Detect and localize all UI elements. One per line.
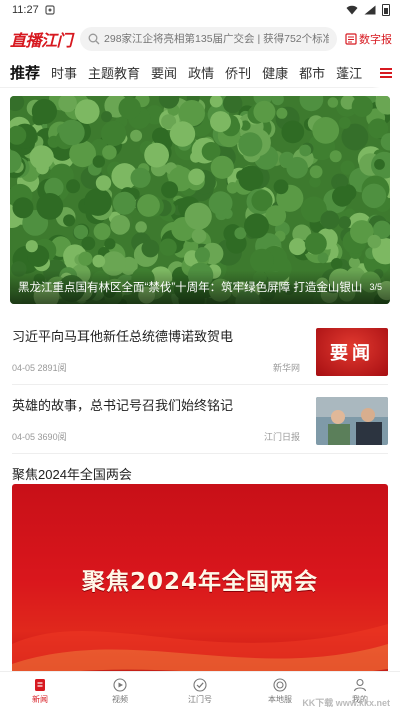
news-source: 新华网 [272, 363, 300, 373]
digital-newspaper-button[interactable]: 数字报 [345, 31, 392, 47]
signal-icon [364, 5, 376, 15]
wifi-icon [346, 5, 358, 15]
service-icon [273, 678, 287, 692]
news-views: 2891阅 [37, 363, 67, 373]
carousel-index: 3/5 [369, 282, 382, 292]
play-icon [113, 678, 127, 692]
news-thumbnail: 要闻 [316, 328, 388, 376]
news-date: 04-05 [12, 363, 36, 373]
news-item[interactable]: 英雄的故事，总书记号召我们始终铭记 04-05 3690阅 江门日报 [12, 385, 388, 454]
nav-label: 本地服 [268, 695, 292, 704]
tab-0[interactable]: 推荐 [10, 62, 40, 83]
tab-6[interactable]: 健康 [262, 63, 288, 82]
channel-tabs: 推荐时事主题教育要闻政情侨刊健康都市蓬江视频江 [0, 57, 400, 88]
search-icon [88, 33, 100, 45]
newspaper-icon [345, 33, 357, 45]
news-views: 3690阅 [37, 432, 67, 442]
nav-item-1[interactable]: 视频 [80, 672, 160, 711]
notification-icon [45, 5, 55, 15]
battery-icon [382, 4, 390, 16]
news-title: 习近平向马耳他新任总统德博诺致贺电 [12, 329, 234, 344]
tab-3[interactable]: 要闻 [151, 63, 177, 82]
search-input[interactable] [104, 33, 329, 45]
nav-label: 视频 [112, 695, 128, 704]
channel-menu-button[interactable] [372, 57, 400, 88]
search-bar[interactable] [80, 27, 337, 51]
news-item[interactable]: 习近平向马耳他新任总统德博诺致贺电 04-05 2891阅 新华网 要闻 [12, 316, 388, 385]
news-date: 04-05 [12, 432, 36, 442]
carousel-title: 黑龙江重点国有林区全面“禁伐”十周年：筑牢绿色屏障 打造金山银山 [18, 282, 363, 294]
tab-2[interactable]: 主题教育 [88, 63, 140, 82]
user-icon [353, 678, 367, 692]
news-meta: 04-05 3690阅 江门日报 [12, 430, 308, 443]
news-title: 英雄的故事，总书记号召我们始终铭记 [12, 398, 234, 413]
topic-title[interactable]: 聚焦2024年全国两会 [12, 454, 388, 484]
nav-label: 江门号 [188, 695, 212, 704]
menu-icon [380, 71, 392, 74]
tab-7[interactable]: 都市 [299, 63, 325, 82]
news-source: 江门日报 [263, 432, 300, 442]
banner-text: 聚焦2024年全国两会 [81, 569, 318, 595]
headline-carousel[interactable]: 黑龙江重点国有林区全面“禁伐”十周年：筑牢绿色屏障 打造金山银山 3/5 [10, 96, 390, 304]
status-time: 11:27 [12, 4, 39, 16]
news-icon [35, 679, 45, 691]
carousel-caption: 黑龙江重点国有林区全面“禁伐”十周年：筑牢绿色屏障 打造金山银山 3/5 [10, 270, 390, 304]
app-logo[interactable]: 直播江门 [10, 27, 73, 51]
news-meta: 04-05 2891阅 新华网 [12, 361, 308, 374]
status-bar: 11:27 [0, 0, 400, 20]
tab-5[interactable]: 侨刊 [225, 63, 251, 82]
tab-1[interactable]: 时事 [51, 63, 77, 82]
tab-4[interactable]: 政情 [188, 63, 214, 82]
nav-item-0[interactable]: 新闻 [0, 672, 80, 711]
digital-newspaper-label: 数字报 [359, 34, 392, 46]
watermark: KK下载 www.kkx.net [302, 698, 390, 708]
tab-8[interactable]: 蓬江 [336, 63, 362, 82]
app-header: 直播江门 数字报 [0, 20, 400, 58]
nav-item-2[interactable]: 江门号 [160, 672, 240, 711]
nav-label: 新闻 [32, 695, 48, 704]
news-thumbnail [316, 397, 388, 445]
check-icon [193, 678, 207, 692]
topic-banner[interactable]: 聚焦2024年全国两会 [12, 484, 388, 694]
